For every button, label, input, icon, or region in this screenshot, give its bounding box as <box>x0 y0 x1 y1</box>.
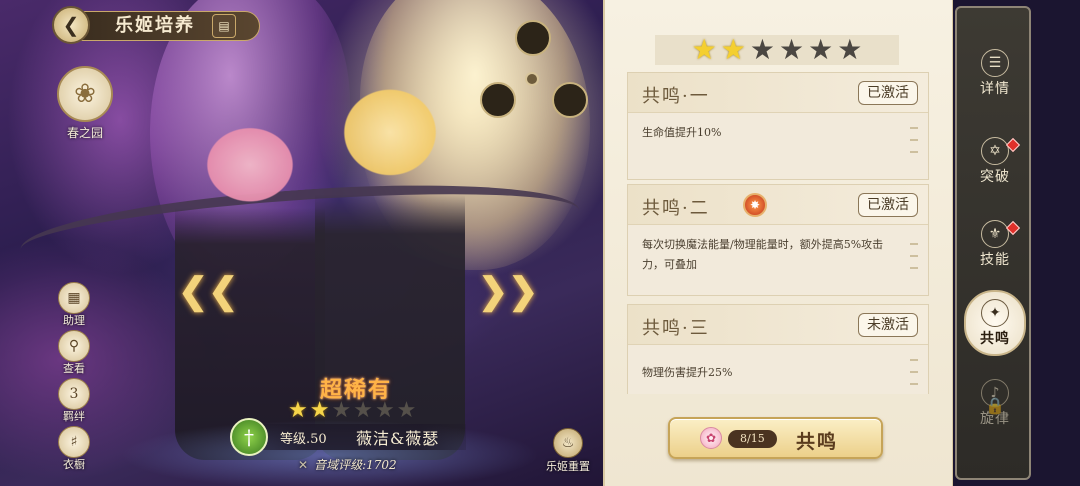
tab-label: 共鸣 <box>980 330 1010 347</box>
wardrobe-label: 衣橱 <box>63 458 85 471</box>
prev-character-arrow[interactable]: ❮❮ <box>178 270 238 312</box>
scroll-mark <box>910 139 918 141</box>
scroll-mark <box>910 255 918 257</box>
magnify-icon: ⚲ <box>58 330 90 362</box>
bond-button[interactable]: 3 羁绊 <box>52 378 96 424</box>
level-bar: 等级.50 薇洁&薇瑟 <box>238 424 466 450</box>
star-icon: ★ <box>396 398 417 423</box>
wheel-slot-right[interactable] <box>552 82 588 118</box>
sword-icon: † <box>244 425 254 449</box>
close-x-icon: ✕ <box>298 458 309 472</box>
view-button[interactable]: ⚲ 查看 <box>52 330 96 376</box>
resonance-name: 共鸣·一 <box>642 86 710 107</box>
tab-label: 详情 <box>980 80 1010 97</box>
bond-icon: 3 <box>58 378 90 410</box>
resonance-card-1: 共鸣·一 已激活 生命值提升10% <box>627 72 929 180</box>
character-stars: ★ ★ ★ ★ ★ ★ <box>288 400 416 422</box>
resonate-button[interactable]: ✿ 8/15 共鸣 <box>668 417 883 459</box>
lock-icon: 🔒 <box>985 396 1005 415</box>
star-icon: ★ <box>691 33 717 66</box>
document-icon: ▤ <box>218 19 230 33</box>
level-text: 等级.50 <box>280 431 327 447</box>
flower-icon: ❀ <box>74 79 96 109</box>
assistant-button[interactable]: ▦ 助理 <box>52 282 96 328</box>
reset-button[interactable]: ♨ 乐姬重置 <box>543 428 593 474</box>
flower-token-icon: ✿ <box>700 427 722 449</box>
resonance-list[interactable]: 共鸣·一 已激活 生命值提升10% 共鸣·二 ✸ 已激活 每次切换魔法能量/物理… <box>627 72 929 394</box>
wheel-center <box>525 72 539 86</box>
resonance-desc: 物理伤害提升25% <box>642 366 733 379</box>
tab-label: 技能 <box>980 251 1010 268</box>
scroll-mark <box>910 243 918 245</box>
resonance-name: 共鸣·二 <box>642 198 710 219</box>
scroll-mark <box>910 359 918 361</box>
scroll-mark <box>910 127 918 129</box>
next-character-arrow[interactable]: ❯❯ <box>478 270 538 312</box>
resonance-panel: ★ ★ ★ ★ ★ ★ 共鸣·一 已激活 生命值提升10% 共鸣·二 ✸ 已激活 每次切换… <box>603 0 953 486</box>
skill-icon: ⚜ <box>981 219 1009 248</box>
resonance-desc: 每次切换魔法能量/物理能量时，额外提高5%攻击力，可叠加 <box>642 238 884 271</box>
assistant-icon: ▦ <box>58 282 90 314</box>
resonance-desc: 生命值提升10% <box>642 126 722 139</box>
back-arrow-icon: ❮ <box>62 13 80 37</box>
details-icon: ☰ <box>981 48 1009 77</box>
document-button[interactable]: ▤ <box>212 14 236 38</box>
card-header: 共鸣·一 已激活 <box>628 73 928 113</box>
wheel-slot-left[interactable] <box>480 82 516 118</box>
tab-details[interactable]: ☰ 详情 <box>964 42 1026 104</box>
star-icon: ★ <box>331 398 352 423</box>
tab-resonance[interactable]: ✦ 共鸣 <box>964 290 1026 356</box>
star-icon: ★ <box>808 33 834 66</box>
breakthrough-icon: ✡ <box>981 136 1009 165</box>
rating-value: 1702 <box>366 458 397 472</box>
tab-melody[interactable]: ♪ 旋律 🔒 <box>964 372 1026 434</box>
resonance-card-3: 共鸣·三 未激活 物理伤害提升25% <box>627 304 929 394</box>
resonance-stars: ★ ★ ★ ★ ★ ★ <box>655 35 899 65</box>
view-label: 查看 <box>63 362 85 375</box>
scroll-mark <box>910 151 918 153</box>
reset-label: 乐姬重置 <box>546 460 590 473</box>
resonate-label: 共鸣 <box>796 431 839 453</box>
tab-label: 突破 <box>980 168 1010 185</box>
assistant-label: 助理 <box>63 314 85 327</box>
scroll-mark <box>910 371 918 373</box>
spring-garden-label: 春之园 <box>66 126 103 140</box>
star-icon: ★ <box>720 33 746 66</box>
card-header: 共鸣·三 未激活 <box>628 305 928 345</box>
star-icon: ★ <box>374 398 395 423</box>
resonance-name: 共鸣·三 <box>642 318 710 339</box>
character-name: 薇洁&薇瑟 <box>356 429 440 448</box>
star-icon: ★ <box>837 33 863 66</box>
resonance-icon: ✦ <box>981 298 1009 327</box>
tab-breakthrough[interactable]: ✡ 突破 <box>964 130 1026 192</box>
star-icon: ★ <box>779 33 805 66</box>
reset-icon: ♨ <box>553 428 583 458</box>
element-badge[interactable]: † <box>230 418 268 456</box>
rating-label: 音域评级: <box>314 458 367 472</box>
wardrobe-button[interactable]: ♯ 衣橱 <box>52 426 96 472</box>
card-header: 共鸣·二 ✸ 已激活 <box>628 185 928 225</box>
wheel-slot-top[interactable] <box>515 20 551 56</box>
resonance-card-2: 共鸣·二 ✸ 已激活 每次切换魔法能量/物理能量时，额外提高5%攻击力，可叠加 <box>627 184 929 296</box>
vocal-range-rating: ✕ 音域评级:1702 <box>298 456 397 473</box>
scroll-mark <box>910 383 918 385</box>
status-badge: 已激活 <box>858 81 918 105</box>
bond-badge: 3 <box>69 386 79 402</box>
status-badge: 已激活 <box>858 193 918 217</box>
star-icon: ★ <box>353 398 373 423</box>
star-icon: ★ <box>288 398 308 423</box>
bond-label: 羁绊 <box>63 410 85 423</box>
resonate-count: 8/15 <box>728 430 777 448</box>
scroll-mark <box>910 267 918 269</box>
star-icon: ★ <box>309 398 330 423</box>
spring-garden-button[interactable]: ❀ <box>57 66 113 122</box>
skill-orb-icon[interactable]: ✸ <box>743 193 767 217</box>
dress-icon: ♯ <box>58 426 90 458</box>
back-button[interactable]: ❮ <box>52 6 90 44</box>
tab-bar: ☰ 详情 ✡ 突破 ⚜ 技能 ✦ 共鸣 ♪ 旋律 🔒 <box>955 6 1031 480</box>
tab-skill[interactable]: ⚜ 技能 <box>964 213 1026 275</box>
status-badge: 未激活 <box>858 313 918 337</box>
star-icon: ★ <box>749 33 775 66</box>
position-wheel[interactable] <box>480 20 590 130</box>
